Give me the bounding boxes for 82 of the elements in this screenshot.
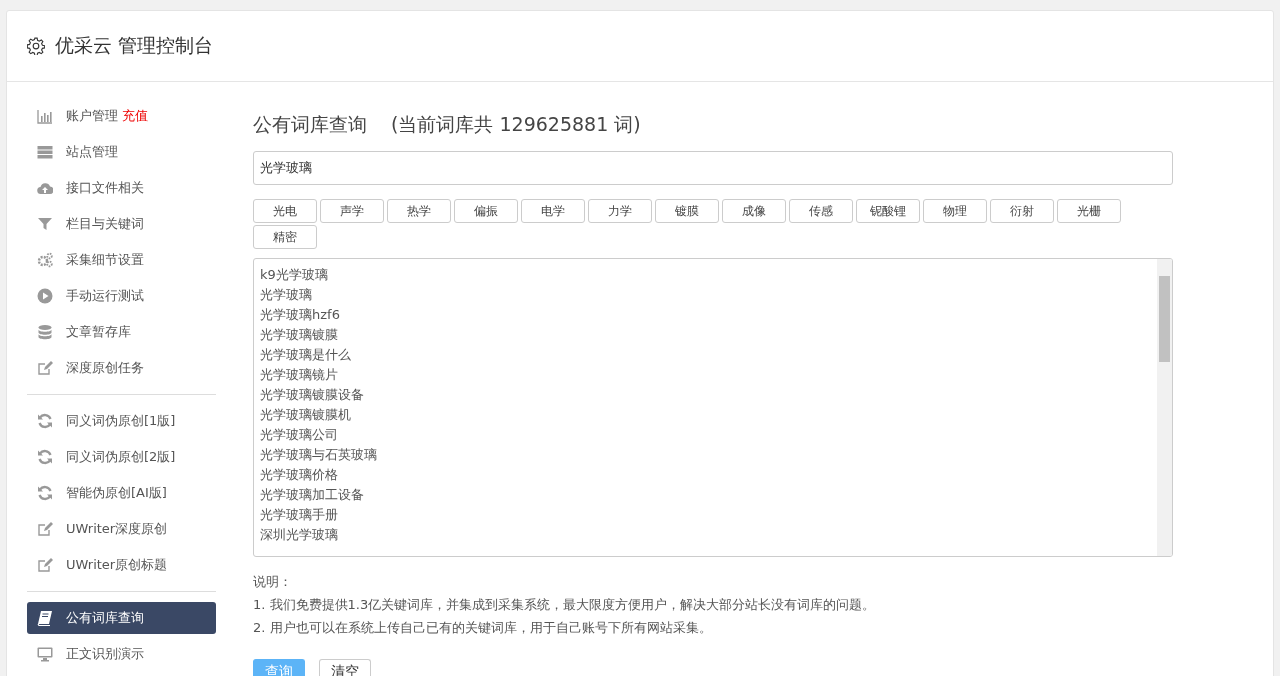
- result-item[interactable]: 光学玻璃镀膜设备: [260, 385, 1151, 405]
- sidebar-item[interactable]: 公有词库查询: [27, 602, 216, 634]
- result-item[interactable]: 光学玻璃价格: [260, 465, 1151, 485]
- app-title: 优采云 管理控制台: [55, 33, 214, 58]
- tag-button[interactable]: 传感: [789, 199, 853, 223]
- result-item[interactable]: 光学玻璃与石英玻璃: [260, 445, 1151, 465]
- sidebar-item[interactable]: 采集细节设置: [27, 244, 216, 276]
- sidebar-label: 正文识别演示: [66, 645, 144, 663]
- sidebar-label: 采集细节设置: [66, 251, 144, 269]
- result-item[interactable]: 光学玻璃是什么: [260, 345, 1151, 365]
- result-item[interactable]: 光学玻璃: [260, 285, 1151, 305]
- edit-icon: [37, 521, 53, 537]
- sidebar-label: 文章暂存库: [66, 323, 131, 341]
- tag-button[interactable]: 镀膜: [655, 199, 719, 223]
- tag-button[interactable]: 力学: [588, 199, 652, 223]
- tag-button[interactable]: 光电: [253, 199, 317, 223]
- sidebar-item[interactable]: 智能伪原创[AI版]: [27, 477, 216, 509]
- result-item[interactable]: 光学玻璃加工设备: [260, 485, 1151, 505]
- refresh-icon: [37, 413, 53, 429]
- tag-button[interactable]: 成像: [722, 199, 786, 223]
- tag-button[interactable]: 电学: [521, 199, 585, 223]
- result-item[interactable]: 光学玻璃手册: [260, 505, 1151, 525]
- filter-icon: [37, 216, 53, 232]
- tag-button[interactable]: 物理: [923, 199, 987, 223]
- sidebar-label: 接口文件相关: [66, 179, 144, 197]
- play-icon: [37, 288, 53, 304]
- notes-title: 说明：: [253, 573, 293, 591]
- cloud-upload-icon: [37, 180, 53, 196]
- note-text: 2. 用户也可以在系统上传自己已有的关键词库，用于自己账号下所有网站采集。: [253, 619, 713, 637]
- result-item[interactable]: 深圳光学玻璃: [260, 525, 1151, 545]
- bar-chart-icon: [37, 108, 53, 124]
- page-title: 公有词库查询: [253, 112, 367, 137]
- sidebar-label: 同义词伪原创[2版]: [66, 448, 176, 466]
- sidebar-label: 公有词库查询: [66, 609, 144, 627]
- sidebar-label: 站点管理: [66, 143, 118, 161]
- search-field[interactable]: 光学玻璃: [253, 151, 1173, 185]
- sidebar-label: UWriter深度原创: [66, 520, 168, 538]
- sidebar-item[interactable]: 手动运行测试: [27, 280, 216, 312]
- sidebar-label: 同义词伪原创[1版]: [66, 412, 176, 430]
- monitor-icon: [37, 646, 53, 662]
- book-icon: [37, 610, 53, 626]
- result-item[interactable]: 光学玻璃公司: [260, 425, 1151, 445]
- edit-icon: [37, 557, 53, 573]
- tag-button[interactable]: 铌酸锂: [856, 199, 920, 223]
- sidebar-label: 智能伪原创[AI版]: [66, 484, 167, 502]
- sidebar-label: 栏目与关键词: [66, 215, 144, 233]
- sidebar-item[interactable]: 文章暂存库: [27, 316, 216, 348]
- server-icon: [37, 144, 53, 160]
- note-text: 1. 我们免费提供1.3亿关键词库，并集成到采集系统，最大限度方便用户，解决大部分站长没有词库的问题。: [253, 596, 877, 614]
- refresh-icon: [37, 485, 53, 501]
- sidebar-label: UWriter原创标题: [66, 556, 168, 574]
- tag-button[interactable]: 衍射: [990, 199, 1054, 223]
- sidebar-item[interactable]: 接口文件相关: [27, 172, 216, 204]
- sidebar-item[interactable]: UWriter原创标题: [27, 549, 216, 581]
- sidebar-item[interactable]: 站点管理: [27, 136, 216, 168]
- word-count: (当前词库共 129625881 词): [391, 112, 641, 137]
- sidebar-item[interactable]: 栏目与关键词: [27, 208, 216, 240]
- result-item[interactable]: k9光学玻璃: [260, 265, 1151, 285]
- sidebar-item[interactable]: 正文识别演示: [27, 638, 216, 670]
- tag-button[interactable]: 精密: [253, 225, 317, 249]
- sidebar-label: 手动运行测试: [66, 287, 144, 305]
- tag-button[interactable]: 光栅: [1057, 199, 1121, 223]
- sidebar-item[interactable]: 同义词伪原创[2版]: [27, 441, 216, 473]
- edit-icon: [37, 360, 53, 376]
- result-item[interactable]: 光学玻璃hzf6: [260, 305, 1151, 325]
- sidebar-label: 账户管理: [66, 107, 118, 125]
- database-icon: [37, 324, 53, 340]
- tag-button[interactable]: 偏振: [454, 199, 518, 223]
- tag-button[interactable]: 声学: [320, 199, 384, 223]
- sidebar-item[interactable]: 深度原创任务: [27, 352, 216, 384]
- sidebar-item[interactable]: UWriter深度原创: [27, 513, 216, 545]
- result-item[interactable]: 光学玻璃镀膜机: [260, 405, 1151, 425]
- scrollbar[interactable]: [1157, 259, 1172, 556]
- tag-button[interactable]: 热学: [387, 199, 451, 223]
- sidebar-item[interactable]: 同义词伪原创[1版]: [27, 405, 216, 437]
- result-item[interactable]: 光学玻璃镜片: [260, 365, 1151, 385]
- result-item[interactable]: 光学玻璃镀膜: [260, 325, 1151, 345]
- refresh-icon: [37, 449, 53, 465]
- recharge-link[interactable]: 充值: [122, 107, 148, 125]
- settings-icon: [27, 37, 45, 55]
- sidebar-label: 深度原创任务: [66, 359, 144, 377]
- sidebar-item[interactable]: 账户管理 充值: [27, 100, 216, 132]
